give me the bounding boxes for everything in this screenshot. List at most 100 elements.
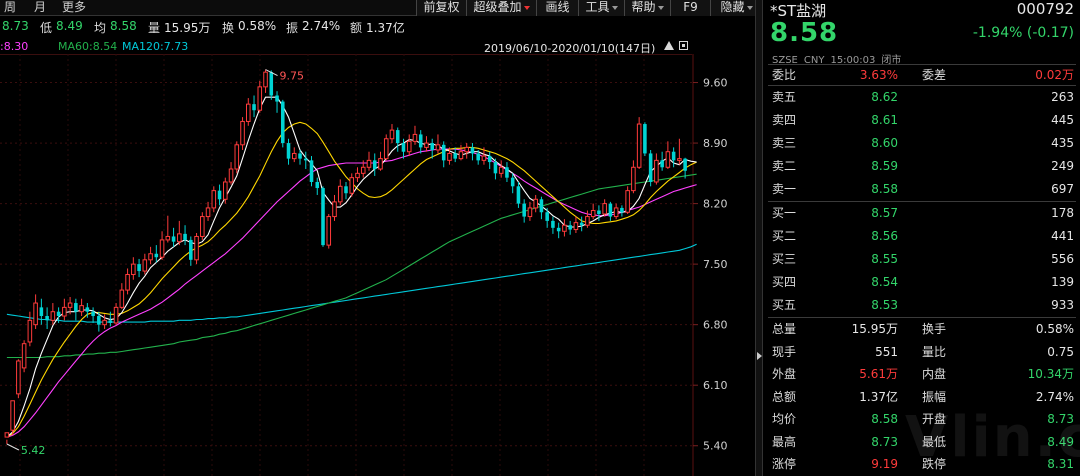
help-button[interactable]: 帮助 (624, 0, 670, 16)
stat-row: 总量 15.95万 换手 0.58% (764, 318, 1080, 341)
y-tick-label: 8.20 (703, 198, 728, 211)
candle-body (401, 143, 406, 152)
chevron-right-icon[interactable] (757, 352, 762, 360)
candle-body (527, 207, 533, 218)
candle-body (62, 306, 67, 317)
period-month[interactable]: 月 (34, 0, 46, 16)
candle-body (671, 151, 676, 161)
stat-row: 外盘 5.61万 内盘 10.34万 (764, 363, 1080, 386)
candle-body (154, 253, 159, 258)
ask-row[interactable]: 卖二 8.59 249 (764, 155, 1080, 178)
y-tick-label: 5.40 (703, 440, 728, 453)
stat-value: 0.75 (1047, 344, 1074, 359)
candle-body (21, 343, 27, 369)
level-volume: 435 (1051, 136, 1074, 150)
level-price: 8.54 (871, 275, 898, 289)
ask-row[interactable]: 卖三 8.60 435 (764, 132, 1080, 155)
stat-label: 现手 (772, 344, 797, 359)
level-label: 卖四 (772, 113, 797, 127)
candle-body (476, 153, 480, 161)
ask-row[interactable]: 卖五 8.62 263 (764, 86, 1080, 109)
arrow-up-icon[interactable] (664, 41, 674, 50)
candlestick-chart[interactable]: 9.60 8.90 8.20 7.50 6.80 6.10 5.40 9.75 5.42 (0, 54, 755, 476)
candle-body (27, 319, 33, 343)
period-week[interactable]: 周 (4, 0, 16, 16)
candle-body (418, 134, 423, 148)
f9-button[interactable]: F9 (670, 0, 710, 16)
low-annotation: 5.42 (21, 444, 45, 457)
stat-label: 总量 (772, 322, 797, 336)
candle-body (522, 203, 526, 217)
stat-value: 1.37亿 (859, 389, 898, 404)
level-price: 8.55 (871, 252, 898, 266)
stat-value: 551 (875, 344, 898, 359)
candle-body (590, 210, 596, 218)
window-box-icon[interactable] (679, 41, 688, 50)
candle-body (183, 233, 187, 240)
level-price: 8.53 (871, 298, 898, 312)
caret-down-icon (746, 5, 753, 10)
candle-body (291, 152, 297, 160)
candle-body (10, 400, 15, 431)
stat-avg-value: 8.58 (110, 19, 137, 33)
level-volume: 697 (1051, 182, 1074, 196)
level-volume: 178 (1051, 206, 1074, 220)
ask-row[interactable]: 卖一 8.58 697 (764, 178, 1080, 201)
candle-body (579, 222, 584, 226)
bid-row[interactable]: 买四 8.54 139 (764, 271, 1080, 294)
candle-body (389, 129, 395, 140)
stat-amplitude-value: 2.74% (302, 19, 341, 33)
candle-body (303, 158, 308, 161)
level-volume: 263 (1051, 90, 1074, 104)
candle-body (349, 177, 355, 194)
y-tick-label: 9.60 (703, 77, 728, 90)
candle-body (677, 158, 682, 161)
level-price: 8.57 (871, 206, 898, 220)
super-overlay-button[interactable]: 超级叠加 (466, 0, 536, 16)
stat-value: 8.58 (871, 412, 898, 426)
ma-legend-ma120: MA120:7.73 (122, 40, 189, 53)
bid-row[interactable]: 买二 8.56 441 (764, 225, 1080, 248)
stat-label: 换手 (922, 322, 947, 336)
stat-label: 外盘 (772, 367, 797, 381)
period-more[interactable]: 更多 (62, 0, 86, 16)
candle-body (142, 259, 148, 272)
bid-row[interactable]: 买五 8.53 933 (764, 294, 1080, 317)
candle-body (269, 72, 274, 96)
candle-body (4, 432, 10, 438)
candle-body (337, 185, 343, 203)
last-price: 8.58 (770, 18, 839, 48)
tools-button[interactable]: 工具 (578, 0, 624, 16)
candle-body (159, 239, 165, 258)
bid-row[interactable]: 买一 8.57 178 (764, 202, 1080, 225)
candle-body (344, 186, 348, 194)
level-label: 卖二 (772, 159, 797, 173)
candle-body (45, 316, 49, 321)
stat-amount-value: 1.37亿 (366, 21, 405, 35)
price-change: -1.94% (-0.17) (972, 25, 1074, 41)
ma120-line (6, 243, 697, 323)
caret-down-icon (657, 5, 664, 10)
candle-body (200, 216, 205, 237)
candle-body (539, 199, 544, 213)
stat-label: 最高 (772, 434, 797, 449)
candle-body (223, 181, 228, 200)
ma-legend-first: :8.30 (0, 40, 29, 53)
candle-body (568, 225, 572, 230)
candle-body (298, 153, 302, 159)
ask-row[interactable]: 卖四 8.61 445 (764, 109, 1080, 132)
candle-body (113, 306, 119, 324)
draw-line-button[interactable]: 画线 (536, 0, 578, 16)
adjust-forward-button[interactable]: 前复权 (416, 0, 466, 16)
bid-row[interactable]: 买三 8.55 556 (764, 248, 1080, 271)
level-label: 买二 (772, 229, 797, 243)
level-volume: 441 (1051, 229, 1074, 243)
level-label: 买一 (772, 206, 797, 220)
ma60-line (6, 173, 697, 359)
candle-body (165, 235, 171, 241)
candle-body (85, 307, 90, 312)
panel-splitter[interactable] (755, 0, 763, 476)
candle-body (280, 101, 285, 144)
candle-body (551, 220, 555, 228)
candle-body (493, 162, 498, 174)
